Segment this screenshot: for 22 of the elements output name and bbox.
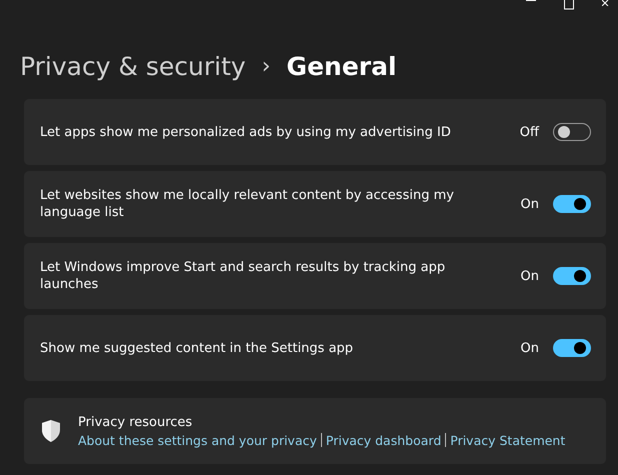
page-title: General <box>286 52 397 80</box>
shield-icon <box>40 419 62 443</box>
toggle-switch[interactable] <box>553 123 591 141</box>
resource-link[interactable]: Privacy dashboard <box>326 432 442 448</box>
setting-label: Let apps show me personalized ads by using my advertising ID <box>40 124 452 140</box>
toggle-switch[interactable] <box>553 195 591 213</box>
maximize-icon[interactable] <box>564 0 574 10</box>
toggle-switch[interactable] <box>553 267 591 285</box>
breadcrumb-parent[interactable]: Privacy & security <box>20 52 246 80</box>
toggle-state-text: On <box>520 268 539 284</box>
resources-title: Privacy resources <box>78 414 194 430</box>
toggle-state-text: On <box>520 340 539 356</box>
toggle-state-text: Off <box>518 124 539 140</box>
toggle-switch[interactable] <box>553 339 591 357</box>
resource-link[interactable]: About these settings and your privacy <box>78 432 317 448</box>
setting-label: Let websites show me locally relevant content by accessing my language list <box>40 187 455 221</box>
setting-label: Let Windows improve Start and search results by tracking app launches <box>40 259 446 293</box>
setting-label: Show me suggested content in the Settings app <box>40 340 354 356</box>
resource-link[interactable]: Privacy Statement <box>450 432 566 448</box>
toggle-state-text: On <box>520 196 539 212</box>
minimize-icon[interactable] <box>526 0 536 2</box>
breadcrumb-separator: › <box>262 54 271 78</box>
